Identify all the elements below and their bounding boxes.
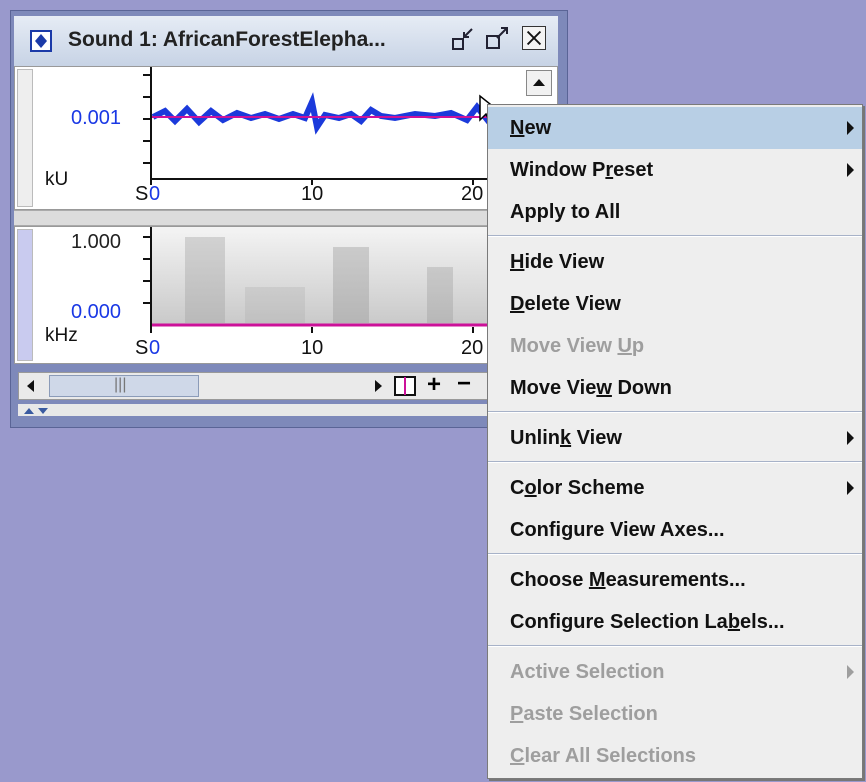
menu-item-label: Paste Selection [510, 703, 658, 725]
menu-item-delete-view[interactable]: Delete View [488, 283, 862, 325]
waveform-signal [151, 92, 516, 135]
menu-item-apply-to-all[interactable]: Apply to All [488, 191, 862, 233]
menu-item-unlink-view[interactable]: Unlink View [488, 417, 862, 459]
scroll-grip: ||| [114, 376, 127, 393]
collapse-arrows-icon [24, 408, 48, 414]
menu-item-active-selection: Active Selection [488, 651, 862, 693]
maximize-icon[interactable] [484, 24, 512, 54]
menu-item-paste-selection: Paste Selection [488, 693, 862, 735]
menu-item-new[interactable]: New [488, 107, 862, 149]
zoom-out-button[interactable]: − [457, 370, 471, 398]
split-view-icon[interactable] [393, 375, 417, 397]
waveform-view[interactable]: 0.001 kU S 0 10 20 [14, 66, 558, 210]
menu-separator [488, 411, 862, 413]
menu-separator [488, 461, 862, 463]
waveform-x-tick-10: 10 [301, 183, 324, 205]
arrow-left-icon[interactable] [23, 378, 39, 394]
menu-item-hide-view[interactable]: Hide View [488, 241, 862, 283]
spectrogram-x-unit: S [135, 337, 149, 359]
menu-item-label: Unlink View [510, 427, 622, 449]
menu-item-window-preset[interactable]: Window Preset [488, 149, 862, 191]
view-resize-strip[interactable] [18, 404, 558, 416]
menu-item-label: Configure View Axes... [510, 519, 725, 541]
spectrogram-x-tick-20: 20 [461, 337, 484, 359]
menu-separator [488, 645, 862, 647]
menu-item-label: Move View Down [510, 377, 672, 399]
sound-window-titlebar[interactable]: Sound 1: AfricanForestElepha... [14, 16, 558, 67]
close-icon[interactable] [522, 26, 546, 50]
spectrogram-y-bottom: 0.000 [71, 301, 122, 323]
menu-item-configure-selection-labels[interactable]: Configure Selection Labels... [488, 601, 862, 643]
menu-item-label: Active Selection [510, 661, 665, 683]
submenu-arrow-icon [847, 163, 854, 177]
scroll-thumb[interactable]: ||| [49, 375, 199, 397]
menu-item-configure-view-axes[interactable]: Configure View Axes... [488, 509, 862, 551]
zoom-in-button[interactable]: + [427, 371, 441, 399]
menu-item-label: Move View Up [510, 335, 645, 357]
submenu-arrow-icon [847, 121, 854, 135]
arrow-up-icon [533, 79, 545, 86]
waveform-x-tick-0: 0 [149, 183, 161, 205]
horizontal-scrollbar[interactable]: ||| + − [18, 370, 488, 400]
arrow-right-icon[interactable] [371, 378, 387, 394]
menu-item-label: Clear All Selections [510, 745, 697, 767]
menu-item-label: Color Scheme [510, 477, 645, 499]
menu-item-move-view-down[interactable]: Move View Down [488, 367, 862, 409]
spectrogram-view[interactable]: 1.000 0.000 kHz S 0 10 20 [14, 226, 558, 364]
menu-item-label: Window Preset [510, 159, 654, 181]
menu-item-label: Configure Selection Labels... [510, 611, 785, 633]
submenu-arrow-icon [847, 431, 854, 445]
menu-item-label: New [510, 117, 552, 139]
menu-separator [488, 235, 862, 237]
scroll-up-button[interactable] [526, 70, 552, 96]
waveform-x-unit: S [135, 183, 149, 205]
view-splitter[interactable] [14, 210, 558, 226]
minimize-icon[interactable] [450, 24, 478, 54]
menu-item-label: Apply to All [510, 201, 621, 223]
submenu-arrow-icon [847, 481, 854, 495]
menu-item-choose-measurements[interactable]: Choose Measurements... [488, 559, 862, 601]
window-title: Sound 1: AfricanForestElepha... [68, 28, 386, 51]
menu-item-label: Choose Measurements... [510, 569, 746, 591]
menu-item-move-view-up: Move View Up [488, 325, 862, 367]
spectrogram-y-top: 1.000 [71, 231, 122, 253]
view-context-menu: New Window Preset Apply to All Hide View… [487, 104, 863, 779]
waveform-x-tick-20: 20 [461, 183, 484, 205]
submenu-arrow-icon [847, 665, 854, 679]
waveform-y-value: 0.001 [71, 107, 122, 129]
menu-item-clear-all-selections: Clear All Selections [488, 735, 862, 777]
waveform-unit: kU [45, 169, 69, 190]
menu-item-label: Hide View [510, 251, 605, 273]
spectrogram-x-tick-0: 0 [149, 337, 161, 359]
menu-separator [488, 553, 862, 555]
menu-item-label: Delete View [510, 293, 621, 315]
menu-item-color-scheme[interactable]: Color Scheme [488, 467, 862, 509]
document-icon [30, 30, 52, 52]
spectrogram-x-tick-10: 10 [301, 337, 324, 359]
spectrogram-unit: kHz [45, 325, 78, 346]
